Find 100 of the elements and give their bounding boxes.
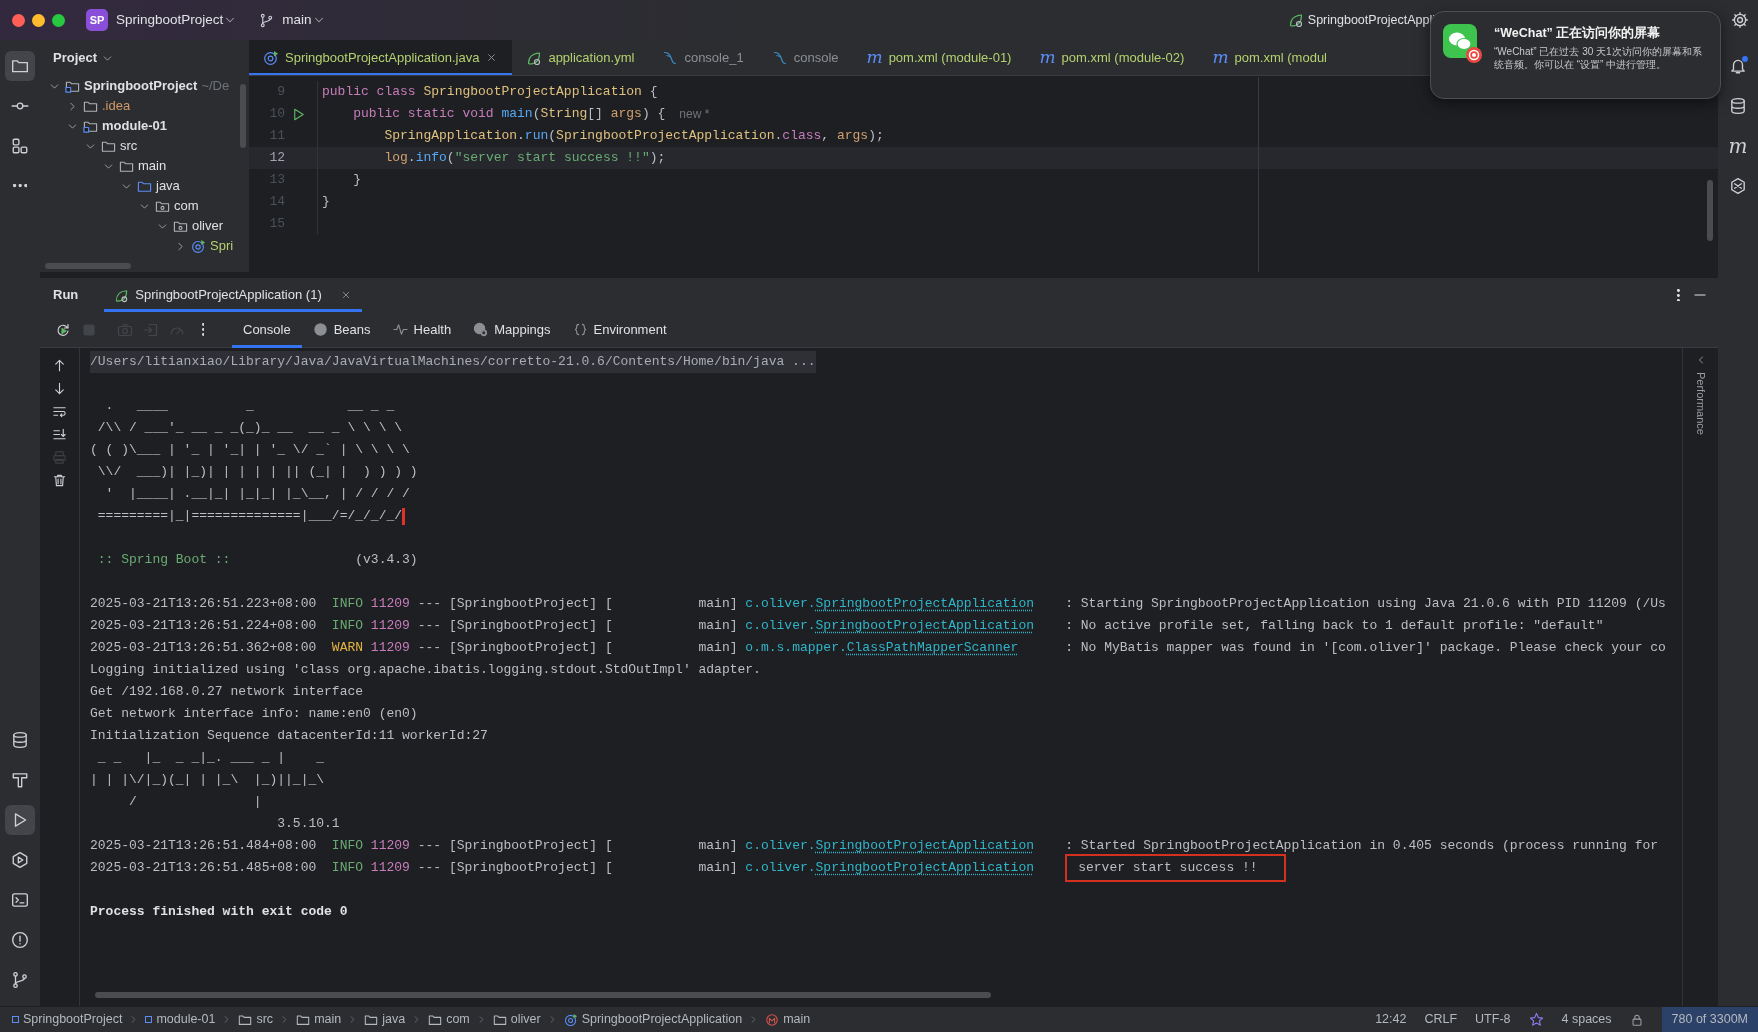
- scrollbar-thumb[interactable]: [45, 263, 131, 269]
- code-line: public static void main(String[] args) {: [352, 105, 666, 124]
- tree-item[interactable]: Spri: [210, 236, 234, 256]
- editor-tab[interactable]: m pom.xml (module-01): [852, 40, 1026, 75]
- breadcrumb[interactable]: main: [296, 1010, 342, 1029]
- ascii-banner-line: =========|_|==============|___/=/_/_/_/: [96, 507, 403, 525]
- breadcrumb[interactable]: com: [428, 1010, 470, 1029]
- notification-title: “WeChat” 正在访问你的屏幕: [1494, 25, 1662, 42]
- memory-indicator[interactable]: 780 of 3300M: [1661, 1007, 1758, 1032]
- status-item[interactable]: UTF-8: [1475, 1010, 1511, 1029]
- console-text: Initialization Sequence datacenterId:11 workerId:27: [90, 727, 488, 745]
- panel-title[interactable]: Project: [53, 48, 98, 68]
- run-tab[interactable]: SpringbootProjectApplication (1): [104, 278, 362, 312]
- app-icon: [1443, 24, 1483, 64]
- problems-icon: [11, 931, 29, 949]
- editor-tab[interactable]: console: [757, 40, 853, 75]
- breadcrumb-label[interactable]: main: [314, 1010, 342, 1029]
- settings-icon[interactable]: [1731, 11, 1749, 29]
- process-id: 11209: [370, 859, 410, 877]
- lock-icon[interactable]: [1629, 1012, 1644, 1027]
- console-tab[interactable]: Beans: [301, 311, 382, 348]
- breadcrumb-label[interactable]: src: [256, 1010, 274, 1029]
- editor-tab[interactable]: m pom.xml (module-02): [1025, 40, 1199, 75]
- tree-item[interactable]: main: [138, 156, 167, 176]
- side-panel-label[interactable]: Performance: [1692, 372, 1709, 435]
- project-badge: SP: [86, 9, 108, 31]
- more-icon[interactable]: [1677, 288, 1680, 302]
- branch-name[interactable]: main: [282, 9, 312, 31]
- tree-item[interactable]: module-01: [102, 116, 167, 136]
- tab-label[interactable]: SpringbootProjectApplication (1): [135, 285, 322, 305]
- breadcrumb[interactable]: module-01: [145, 1010, 216, 1029]
- console-tab[interactable]: Mappings: [462, 311, 562, 348]
- tree-item[interactable]: .idea: [102, 96, 131, 116]
- logger-link[interactable]: c.oliver.SpringbootProjectApplication: [745, 838, 1034, 853]
- tool-window-button[interactable]: [5, 51, 35, 81]
- log-level: WARN: [331, 639, 364, 657]
- console-tab[interactable]: Health: [381, 311, 463, 348]
- run-icon[interactable]: [291, 106, 306, 122]
- tool-window-button[interactable]: [5, 805, 35, 835]
- breadcrumb-label[interactable]: oliver: [510, 1010, 541, 1029]
- status-item[interactable]: 12:42: [1375, 1010, 1407, 1029]
- console-text: Get network interface info: name:en0 (en0): [90, 705, 418, 723]
- console-tab[interactable]: Environment: [561, 311, 678, 348]
- breadcrumb[interactable]: src: [238, 1010, 274, 1029]
- branch-icon[interactable]: [259, 12, 275, 28]
- tree-item[interactable]: oliver: [192, 216, 224, 236]
- logger-link[interactable]: c.oliver.SpringbootProjectApplication: [745, 618, 1034, 633]
- editor-tab[interactable]: console_1: [648, 40, 758, 75]
- database-icon: [11, 731, 29, 749]
- tree-item[interactable]: SpringbootProject: [84, 76, 198, 96]
- tab-label[interactable]: application.yml: [548, 47, 635, 68]
- status-item[interactable]: CRLF: [1424, 1010, 1458, 1029]
- breadcrumb[interactable]: java: [364, 1010, 406, 1029]
- console-text: Get /192.168.0.27 network interface: [90, 683, 364, 701]
- window-control[interactable]: [12, 13, 25, 27]
- tree-item[interactable]: com: [174, 196, 199, 216]
- editor-tab[interactable]: application.yml: [512, 40, 649, 75]
- folder-icon: [364, 1012, 379, 1027]
- logger-link[interactable]: c.oliver.SpringbootProjectApplication: [745, 596, 1034, 611]
- breadcrumb-label[interactable]: main: [783, 1010, 811, 1029]
- tree-item[interactable]: java: [156, 176, 180, 196]
- logger-link[interactable]: c.oliver.SpringbootProjectApplication: [745, 860, 1034, 875]
- editor-tab[interactable]: SpringbootProjectApplication.java: [249, 40, 513, 75]
- thread-info: --- [SpringbootProject] [ main]: [417, 837, 738, 855]
- tab-label[interactable]: pom.xml (modul: [1234, 47, 1327, 68]
- logger-link[interactable]: o.m.s.mapper.ClassPathMapperScanner: [745, 640, 1019, 655]
- tab-label[interactable]: SpringbootProjectApplication.java: [285, 47, 480, 68]
- window-control[interactable]: [52, 13, 65, 27]
- timestamp: 2025-03-21T13:26:51.224+08:00: [90, 617, 317, 635]
- breadcrumb[interactable]: main: [765, 1010, 811, 1029]
- window-control[interactable]: [32, 13, 45, 27]
- panel-title[interactable]: Run: [53, 278, 79, 312]
- scrollbar-thumb[interactable]: [95, 992, 991, 998]
- star-icon[interactable]: [1528, 1012, 1544, 1027]
- tree-item[interactable]: src: [120, 136, 138, 156]
- breadcrumb-label[interactable]: com: [446, 1010, 470, 1029]
- method-icon: [765, 1012, 780, 1027]
- breadcrumb[interactable]: oliver: [492, 1010, 541, 1029]
- maven-icon: m: [1212, 49, 1229, 66]
- inlay-hint[interactable]: new *: [679, 105, 710, 123]
- breadcrumb-label[interactable]: java: [382, 1010, 406, 1029]
- folder-icon: [428, 1012, 443, 1027]
- console-tab[interactable]: Console: [232, 311, 302, 348]
- tab-label[interactable]: console: [793, 47, 839, 68]
- tab-label[interactable]: pom.xml (module-01): [888, 47, 1012, 68]
- thread-info: --- [SpringbootProject] [ main]: [417, 639, 738, 657]
- scrollbar-thumb[interactable]: [1707, 180, 1713, 241]
- project-name[interactable]: SpringbootProject: [116, 9, 224, 31]
- notifications-icon: [1729, 57, 1747, 75]
- run-config-icon[interactable]: [1287, 12, 1304, 28]
- console-icon: [771, 49, 788, 66]
- services-icon: [11, 851, 29, 869]
- process-id: 11209: [370, 595, 410, 613]
- editor-tab[interactable]: m pom.xml (modul: [1198, 40, 1341, 75]
- status-item[interactable]: 4 spaces: [1561, 1010, 1612, 1029]
- tab-label[interactable]: console_1: [684, 47, 744, 68]
- scrollbar-thumb[interactable]: [240, 84, 246, 148]
- ascii-banner-line: . ____ _ __ _ _: [104, 397, 395, 415]
- tab-label[interactable]: pom.xml (module-02): [1061, 47, 1185, 68]
- breadcrumb-label[interactable]: module-01: [156, 1010, 216, 1029]
